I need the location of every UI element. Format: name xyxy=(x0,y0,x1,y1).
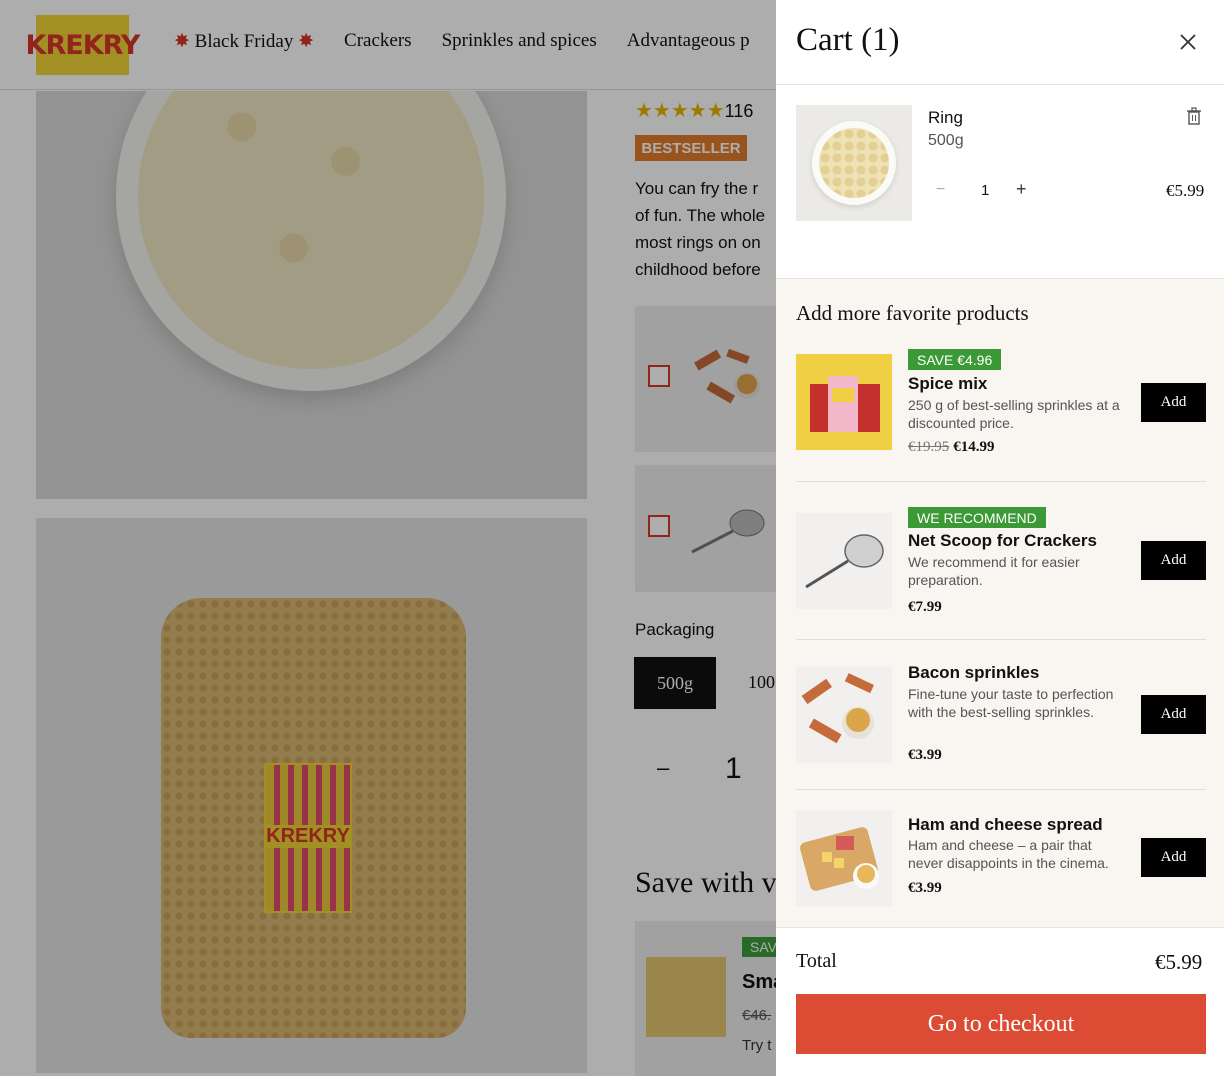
add-button[interactable]: Add xyxy=(1141,383,1206,422)
cart-item-price: €5.99 xyxy=(1166,181,1205,200)
bacon-sprinkles-image xyxy=(796,667,892,763)
add-button[interactable]: Add xyxy=(1141,695,1206,734)
cart-item: Ring 500g − 1 + €5.99 xyxy=(776,85,1224,279)
rec-price: €3.99 xyxy=(908,880,942,896)
rec-item-bacon-sprinkles: Bacon sprinkles Fine-tune your taste to … xyxy=(796,640,1206,790)
total-label: Total xyxy=(796,950,837,972)
rec-desc: Ham and cheese – a pair that never disap… xyxy=(908,837,1109,871)
cart-footer: Total €5.99 Go to checkout xyxy=(776,927,1224,1076)
rec-price: €19.95 €14.99 xyxy=(908,439,995,455)
cart-drawer: Cart (1) Ring 500g − 1 + €5.99 Add more … xyxy=(776,0,1224,1076)
add-button[interactable]: Add xyxy=(1141,838,1206,877)
cart-item-image xyxy=(796,105,912,221)
add-button[interactable]: Add xyxy=(1141,541,1206,580)
rec-title: Spice mix xyxy=(908,374,988,393)
rec-desc: 250 g of best-selling sprinkles at a dis… xyxy=(908,397,1120,431)
close-icon[interactable] xyxy=(1174,28,1202,56)
spice-mix-image xyxy=(796,354,892,450)
rec-old-price: €19.95 xyxy=(908,439,950,455)
rec-desc: We recommend it for easier preparation. xyxy=(908,554,1080,588)
recommendations: Add more favorite products SAVE €4.96 Sp… xyxy=(776,279,1224,927)
rec-item-spice-mix: SAVE €4.96 Spice mix 250 g of best-selli… xyxy=(796,349,1206,482)
total-value: €5.99 xyxy=(1155,950,1203,974)
rec-desc: Fine-tune your taste to perfection with … xyxy=(908,686,1114,720)
rec-tag: SAVE €4.96 xyxy=(908,349,1002,370)
rec-item-ham-cheese: Ham and cheese spread Ham and cheese – a… xyxy=(796,790,1206,927)
cart-item-name: Ring xyxy=(928,108,963,127)
cart-header: Cart (1) xyxy=(776,0,1224,85)
rec-price: €3.99 xyxy=(908,747,942,763)
product-page: KREKRY ✸ Black Friday ✸ Crackers Sprinkl… xyxy=(0,0,1224,1076)
cart-item-size: 500g xyxy=(928,132,964,149)
trash-icon[interactable] xyxy=(1186,107,1202,125)
cart-qty-value: 1 xyxy=(981,182,990,199)
rec-title: Net Scoop for Crackers xyxy=(908,531,1097,550)
net-scoop-image xyxy=(796,513,892,609)
checkout-button[interactable]: Go to checkout xyxy=(796,994,1206,1054)
modal-overlay[interactable] xyxy=(0,0,776,1076)
ham-cheese-image xyxy=(796,810,892,906)
cart-qty-minus-button[interactable]: − xyxy=(936,181,945,199)
rec-item-net-scoop: WE RECOMMEND Net Scoop for Crackers We r… xyxy=(796,482,1206,640)
recommendations-title: Add more favorite products xyxy=(796,301,1029,325)
rec-price: €7.99 xyxy=(908,599,942,615)
rec-tag: WE RECOMMEND xyxy=(908,507,1046,528)
cart-qty-plus-button[interactable]: + xyxy=(1016,179,1027,200)
cart-title: Cart (1) xyxy=(796,22,900,58)
rec-title: Ham and cheese spread xyxy=(908,815,1103,834)
rec-title: Bacon sprinkles xyxy=(908,663,1040,682)
